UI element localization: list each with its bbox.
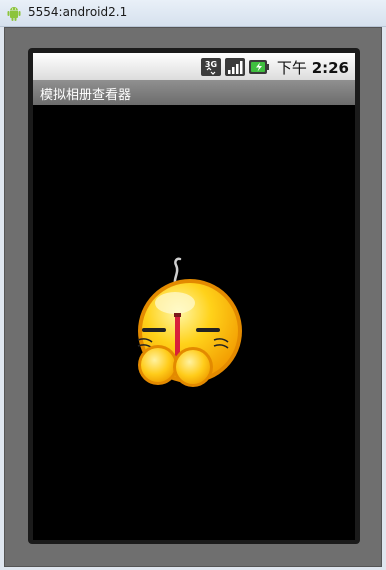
device-screen[interactable]: 3G 下午 2:26 模拟相册查看器 bbox=[33, 53, 355, 540]
signal-icon bbox=[224, 58, 245, 76]
app-title: 模拟相册查看器 bbox=[40, 88, 132, 103]
clock-ampm: 下午 bbox=[276, 58, 307, 77]
battery-icon bbox=[248, 60, 269, 74]
3g-icon-label: 3G bbox=[205, 60, 217, 69]
status-bar[interactable]: 3G 下午 2:26 bbox=[33, 53, 355, 80]
android-icon bbox=[7, 7, 21, 21]
status-clock: 下午 2:26 bbox=[277, 57, 349, 78]
3g-icon: 3G bbox=[200, 58, 221, 76]
host-window-title: 5554:android2.1 bbox=[28, 5, 128, 19]
status-icons: 3G 下午 2:26 bbox=[200, 56, 349, 78]
app-title-bar: 模拟相册查看器 bbox=[33, 80, 355, 105]
blushing-smiley-emoticon[interactable] bbox=[130, 253, 250, 388]
clock-time: 2:26 bbox=[311, 58, 349, 77]
host-window-titlebar[interactable]: 5554:android2.1 bbox=[0, 0, 386, 27]
